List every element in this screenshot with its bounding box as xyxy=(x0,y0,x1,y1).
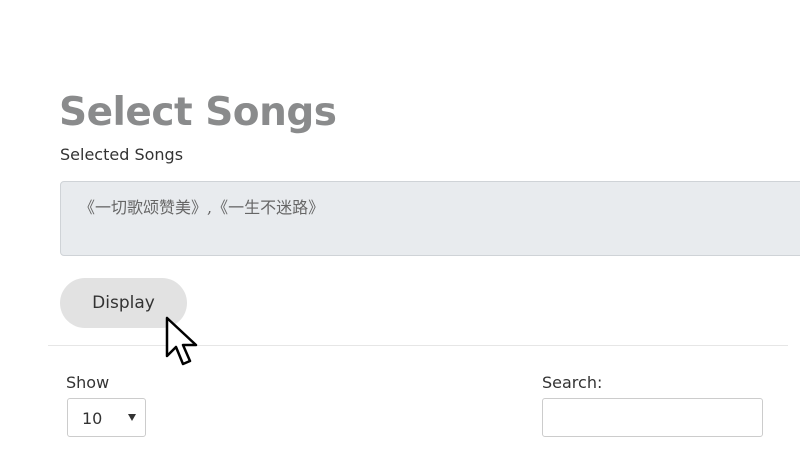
show-entries-label: Show xyxy=(66,373,110,392)
divider xyxy=(48,345,788,346)
selected-songs-value: 《一切歌颂赞美》,《一生不迷路》 xyxy=(79,198,325,217)
search-input[interactable] xyxy=(542,398,763,437)
caret-down-icon xyxy=(128,414,136,421)
page-size-value: 10 xyxy=(82,409,103,428)
page: Select Songs Selected Songs 《一切歌颂赞美》,《一生… xyxy=(0,0,800,450)
page-title: Select Songs xyxy=(59,90,337,135)
search-label: Search: xyxy=(542,373,603,392)
selected-songs-field[interactable]: 《一切歌颂赞美》,《一生不迷路》 xyxy=(60,181,800,256)
selected-songs-label: Selected Songs xyxy=(60,145,184,164)
page-size-select[interactable]: 10 xyxy=(67,398,146,437)
mouse-cursor-icon xyxy=(165,316,198,366)
